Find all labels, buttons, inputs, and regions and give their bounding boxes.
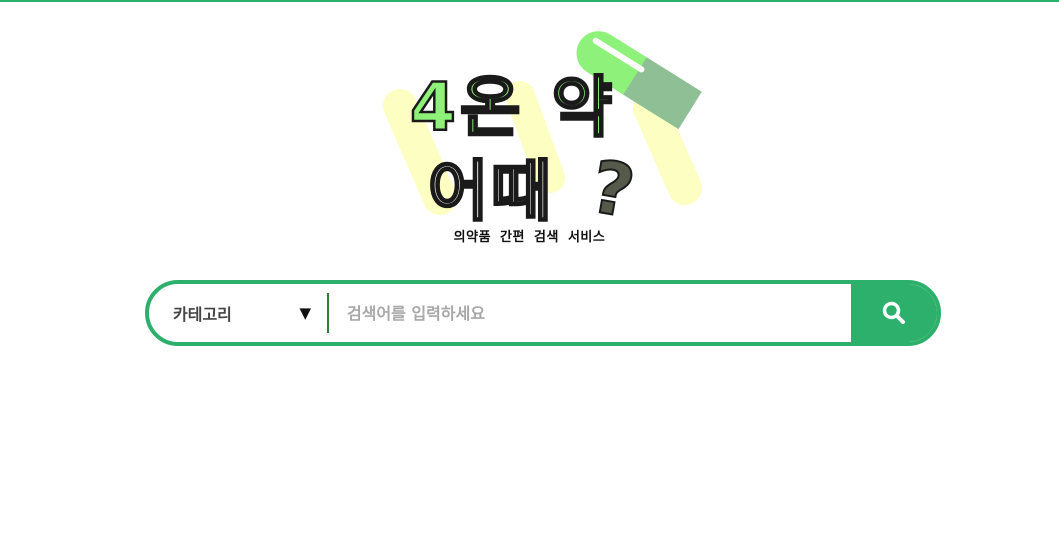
search-input[interactable]	[329, 284, 851, 342]
logo-text-line1: 4온 약	[410, 69, 616, 146]
site-logo[interactable]: 4온 약 어때 ?	[380, 18, 710, 228]
search-bar: 카테고리 ▼	[145, 280, 941, 346]
logo-question-mark-icon: ?	[585, 144, 641, 228]
top-accent-line	[0, 0, 1059, 2]
category-label: 카테고리	[173, 305, 232, 324]
logo-subtitle: 의약품 간편 검색 서비스	[453, 230, 606, 245]
search-icon	[882, 301, 905, 324]
category-dropdown[interactable]: 카테고리 ▼	[149, 284, 327, 342]
chevron-down-icon: ▼	[299, 304, 311, 322]
logo-text-line2: 어때	[428, 153, 553, 228]
search-button[interactable]	[851, 284, 937, 342]
